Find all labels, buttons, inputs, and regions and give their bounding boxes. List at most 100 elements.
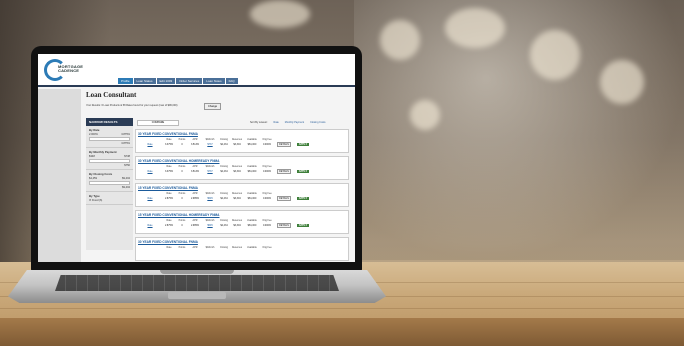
- nav-loan-status[interactable]: Loan Status: [133, 78, 156, 84]
- column-header: APR: [192, 219, 198, 222]
- bokeh-light: [380, 20, 420, 60]
- details-button[interactable]: DETAILS: [277, 196, 291, 201]
- apply-button[interactable]: APPLY: [296, 170, 310, 173]
- column-header: [274, 138, 294, 141]
- laptop-trackpad: [168, 292, 226, 299]
- column-header: Available: [247, 138, 257, 141]
- rate-cell[interactable]: $737: [202, 143, 218, 146]
- column-header: Rate: [166, 192, 172, 195]
- column-header: $/Month: [205, 192, 215, 195]
- nav-loan-notes[interactable]: Loan Notes: [203, 78, 225, 84]
- rate-cell: 0: [181, 170, 183, 173]
- column-header: [294, 192, 312, 195]
- sort-rate[interactable]: Rate: [274, 121, 279, 124]
- company-logo[interactable]: MORTGAGE CADENCE: [44, 59, 88, 81]
- bokeh-light: [445, 8, 505, 48]
- filter-title: By Monthly Payment: [89, 150, 117, 154]
- type-checkbox[interactable]: ☑ Fixed (6): [89, 199, 102, 202]
- rate-slider[interactable]: [89, 137, 130, 141]
- product-title[interactable]: 30 YEAR FIXED CONVENTIONAL FNMA: [138, 132, 346, 136]
- bokeh-light: [410, 100, 440, 130]
- apply-button[interactable]: APPLY: [296, 143, 310, 146]
- closing-slider[interactable]: [89, 181, 130, 185]
- rate-row: Rate 2.875% 0 2.985% $545 $4,434 $3,304 $81,000…: [138, 196, 346, 201]
- column-header: Points: [178, 138, 186, 141]
- compare-button[interactable]: COMPARE: [137, 120, 179, 126]
- column-header: Closing: [220, 192, 228, 195]
- product-title[interactable]: 15 YEAR FIXED CONVENTIONAL HOMEREADY FNM…: [138, 213, 346, 217]
- bokeh-light: [530, 30, 580, 80]
- column-header: Closing: [220, 219, 228, 222]
- apply-button[interactable]: APPLY: [296, 197, 310, 200]
- sort-closing-costs[interactable]: Closing Costs: [310, 121, 325, 124]
- rate-cell: $3,304: [233, 143, 241, 146]
- filter-min: 2.000%: [89, 133, 98, 136]
- rate-cell: $81,000: [247, 170, 257, 173]
- product-title[interactable]: 30 YEAR FIXED CONVENTIONAL FNMA: [138, 240, 346, 244]
- rate-cell[interactable]: Rate: [138, 170, 162, 173]
- rate-cell: $4,434: [220, 197, 228, 200]
- column-header: Available: [247, 219, 257, 222]
- rate-cell: 0: [181, 143, 183, 146]
- rate-cell: 3.375%: [164, 170, 174, 173]
- column-header: Closing: [220, 165, 228, 168]
- column-header: [138, 219, 162, 222]
- rate-cell[interactable]: Rate: [138, 197, 162, 200]
- results-list: 30 YEAR FIXED CONVENTIONAL FNMA Rate Point…: [135, 129, 349, 262]
- change-button[interactable]: Change: [204, 103, 222, 110]
- rate-cell[interactable]: $737: [202, 170, 218, 173]
- rate-cell: 2.985%: [190, 224, 200, 227]
- nav-order-services[interactable]: Order Services: [176, 78, 203, 84]
- column-header: [294, 138, 312, 141]
- filter-value: 3.875%: [121, 142, 130, 145]
- logo-line2: CADENCE: [58, 68, 80, 73]
- results-summary: Your Results: 6 Loan Products & 58 Rates…: [86, 104, 178, 107]
- filter-title: By Closing Costs: [89, 172, 113, 176]
- column-header: Rate: [166, 165, 172, 168]
- bokeh-light: [600, 60, 644, 104]
- nav-edit-1003[interactable]: Edit 1003: [156, 78, 176, 84]
- rate-cell: 3.513%: [190, 170, 200, 173]
- column-header: Closing: [220, 246, 228, 249]
- rate-cell[interactable]: $545: [202, 224, 218, 227]
- rate-cell: 0.000%: [262, 224, 272, 227]
- nav-faq[interactable]: FAQ: [225, 78, 238, 84]
- product-title[interactable]: 15 YEAR FIXED CONVENTIONAL FNMA: [138, 186, 346, 190]
- filter-min: $4,459: [89, 177, 97, 180]
- column-header: Orig Fee: [262, 138, 272, 141]
- filter-title: By Type: [89, 194, 100, 198]
- laptop-hinge: [160, 270, 234, 274]
- rate-cell[interactable]: $545: [202, 197, 218, 200]
- details-button[interactable]: DETAILS: [277, 169, 291, 174]
- rate-cell[interactable]: Rate: [138, 224, 162, 227]
- column-header: Closing: [220, 138, 228, 141]
- filter-by-closing: By Closing Costs $4,459 $9,404 $9,404: [86, 170, 133, 192]
- left-gutter: [38, 89, 81, 262]
- column-header: Reserves: [231, 192, 243, 195]
- filter-max: $9,404: [122, 177, 130, 180]
- filter-value: $9,404: [122, 186, 130, 189]
- product-card: 30 YEAR FIXED CONVENTIONAL FNMA Rate Point…: [135, 237, 349, 261]
- column-header: Points: [178, 219, 186, 222]
- column-header: Available: [247, 192, 257, 195]
- product-title[interactable]: 30 YEAR FIXED CONVENTIONAL HOMEREADY FNM…: [138, 159, 346, 163]
- details-button[interactable]: DETAILS: [277, 223, 291, 228]
- narrow-results-panel: NARROW RESULTS By Rate 2.000% 3.875% 3.87…: [86, 118, 133, 250]
- payment-slider[interactable]: [89, 159, 130, 163]
- rate-cell[interactable]: Rate: [138, 143, 162, 146]
- column-header: Available: [247, 246, 257, 249]
- filter-row: ☑ Fixed (6): [89, 199, 130, 202]
- column-header-row: Rate Points APR $/Month Closing Reserves Avail…: [138, 219, 346, 222]
- rate-cell: $4,434: [220, 143, 228, 146]
- type-label: Fixed (6): [92, 199, 103, 202]
- rate-cell: $3,304: [233, 170, 241, 173]
- product-card: 15 YEAR FIXED CONVENTIONAL HOMEREADY FNM…: [135, 210, 349, 234]
- nav-profile[interactable]: Profile: [118, 78, 133, 84]
- sort-monthly-payment[interactable]: Monthly Payment: [285, 121, 304, 124]
- details-button[interactable]: DETAILS: [277, 142, 291, 147]
- product-card: 15 YEAR FIXED CONVENTIONAL FNMA Rate Point…: [135, 183, 349, 207]
- filter-value: $750: [124, 164, 130, 167]
- column-header: Reserves: [231, 138, 243, 141]
- column-header: Rate: [166, 138, 172, 141]
- apply-button[interactable]: APPLY: [296, 224, 310, 227]
